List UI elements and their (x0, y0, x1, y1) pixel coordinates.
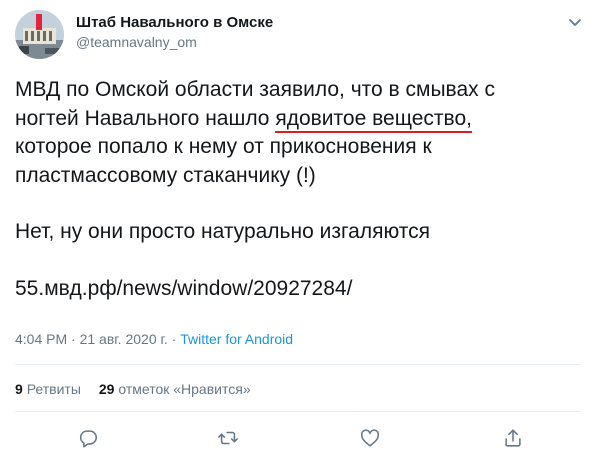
likes-count: 29 (98, 381, 115, 397)
like-icon (360, 429, 380, 447)
tweet-line: пластмассовому стаканчику (!) (15, 163, 316, 187)
retweet-button[interactable] (215, 425, 241, 451)
retweets-count: 9 (15, 381, 23, 397)
tweet-source-link[interactable]: Twitter for Android (180, 331, 293, 347)
retweet-icon (218, 431, 238, 445)
tweet-text: МВД по Омской области заявило, что в смы… (15, 76, 585, 303)
author-display-name[interactable]: Штаб Навального в Омске (76, 14, 273, 31)
likes-label: отметок «Нравится» (118, 381, 251, 397)
tweet-line: Нет, ну они просто натурально изгаляются (15, 220, 431, 243)
divider (15, 364, 581, 365)
retweets-stat[interactable]: 9 Ретвиты (15, 381, 81, 397)
share-button[interactable] (500, 425, 526, 451)
tweet-line-text: ногтей Навального нашло (15, 106, 276, 130)
divider (15, 411, 581, 412)
author-avatar[interactable] (15, 10, 64, 59)
avatar-photo (15, 10, 64, 59)
highlighted-phrase: ядовитое вещество, (275, 106, 472, 133)
like-button[interactable] (357, 425, 383, 451)
meta-separator: · (67, 331, 80, 347)
tweet-stats: 9 Ретвиты 29 отметок «Нравится» (15, 381, 269, 397)
tweet-line: ногтей Навального нашло ядовитое веществ… (15, 105, 585, 134)
tweet-meta: 4:04 PM · 21 авг. 2020 г. · Twitter for … (15, 331, 293, 347)
tweet-actions (0, 425, 596, 455)
tweet-line: которое попало к нему от прикосновения к (15, 135, 432, 158)
reply-icon (79, 430, 98, 448)
chevron-down-icon (569, 19, 581, 26)
retweets-label: Ретвиты (26, 381, 81, 397)
tweet-time[interactable]: 4:04 PM (15, 331, 67, 347)
tweet-line: МВД по Омской области заявило, что в смы… (15, 78, 495, 101)
share-icon (505, 429, 521, 447)
tweet-link[interactable]: 55.мвд.рф/news/window/20927284/ (15, 275, 585, 304)
more-options-button[interactable] (565, 12, 585, 32)
meta-separator: · (167, 331, 181, 347)
tweet-date[interactable]: 21 авг. 2020 г. (80, 331, 168, 347)
likes-stat[interactable]: 29 отметок «Нравится» (99, 381, 251, 397)
author-handle[interactable]: @teamnavalny_om (76, 34, 197, 50)
reply-button[interactable] (75, 425, 101, 451)
